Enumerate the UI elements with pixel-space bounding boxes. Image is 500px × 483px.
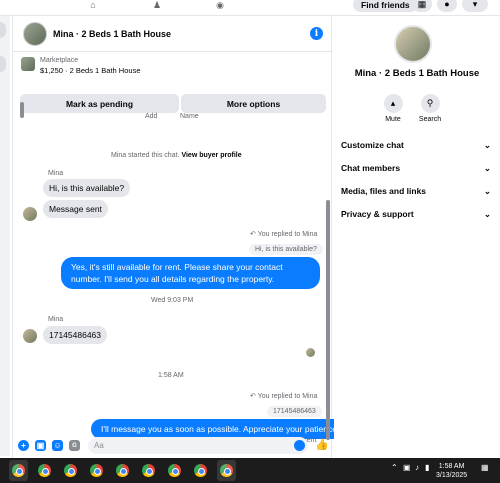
message-composer: + ▣ ☺ G Aa 👍 bbox=[13, 434, 333, 458]
chrome-icon[interactable] bbox=[116, 464, 129, 477]
chat-avatar[interactable] bbox=[23, 22, 47, 46]
emoji-icon[interactable] bbox=[294, 440, 305, 451]
incoming-message[interactable]: Message sent bbox=[43, 200, 108, 218]
chat-members-section[interactable]: Chat members ⌄ bbox=[341, 161, 491, 175]
privacy-support-section[interactable]: Privacy & support ⌄ bbox=[341, 207, 491, 221]
mute-button[interactable]: ▴ Mute bbox=[375, 94, 411, 123]
sender-name: Mina bbox=[48, 170, 64, 177]
reply-quote[interactable]: Hi, is this available? bbox=[249, 244, 323, 255]
chrome-icon[interactable] bbox=[64, 464, 77, 477]
battery-icon[interactable]: ▮ bbox=[425, 463, 429, 472]
details-avatar[interactable] bbox=[394, 25, 432, 63]
chevron-down-icon: ⌄ bbox=[483, 208, 491, 219]
replied-indicator: ↶ You replied to Mina bbox=[250, 392, 317, 400]
groups-icon[interactable]: ♟ bbox=[150, 0, 164, 10]
chrome-icon[interactable] bbox=[9, 460, 28, 481]
section-label: Privacy & support bbox=[341, 209, 414, 219]
reply-arrow-icon: ↶ bbox=[250, 393, 256, 400]
left-sidebar-strip bbox=[0, 16, 10, 456]
more-options-button[interactable]: More options bbox=[181, 94, 326, 113]
message-scrollbar[interactable] bbox=[326, 200, 330, 440]
windows-taskbar: ⌃ ▣ ♪ ▮ 1:58 AM 3/13/2025 ▦ bbox=[0, 458, 500, 483]
started-text: Mina started this chat. bbox=[111, 152, 180, 159]
sidebar-nub[interactable] bbox=[0, 56, 6, 72]
section-label: Media, files and links bbox=[341, 186, 427, 196]
volume-icon[interactable]: ♪ bbox=[415, 463, 419, 472]
chrome-icon[interactable] bbox=[194, 464, 207, 477]
account-icon[interactable]: ▾ bbox=[462, 0, 488, 12]
timestamp: Wed 9:03 PM bbox=[151, 297, 194, 304]
chrome-icon[interactable] bbox=[90, 464, 103, 477]
chevron-down-icon: ⌄ bbox=[483, 185, 491, 196]
search-icon: ⚲ bbox=[420, 94, 440, 113]
mark-as-pending-button[interactable]: Mark as pending bbox=[20, 94, 179, 113]
chat-details-panel: Mina · 2 Beds 1 Bath House ▴ Mute ⚲ Sear… bbox=[334, 16, 500, 458]
plus-icon[interactable]: + bbox=[18, 440, 29, 451]
bell-icon: ▴ bbox=[383, 94, 403, 113]
sender-avatar[interactable] bbox=[23, 329, 37, 343]
top-navigation-bar: ⌂ ♟ ◉ Find friends ▦ ● ▾ bbox=[0, 0, 500, 16]
seen-avatar bbox=[306, 348, 315, 357]
sidebar-nub[interactable] bbox=[0, 22, 6, 38]
chrome-icon[interactable] bbox=[217, 460, 236, 481]
chrome-icon[interactable] bbox=[38, 464, 51, 477]
chat-title[interactable]: Mina · 2 Beds 1 Bath House bbox=[53, 29, 171, 39]
chevron-down-icon: ⌄ bbox=[483, 139, 491, 150]
section-label: Chat members bbox=[341, 163, 401, 173]
message-input[interactable]: Aa bbox=[88, 437, 308, 454]
image-icon[interactable]: ▣ bbox=[35, 440, 46, 451]
gif-icon[interactable]: G bbox=[69, 440, 80, 451]
notifications-icon[interactable]: ● bbox=[437, 0, 457, 12]
message-thread: Add Name Mina started this chat. View bu… bbox=[13, 113, 347, 446]
replied-label: You replied to Mina bbox=[257, 231, 318, 238]
info-icon[interactable]: i bbox=[310, 27, 323, 40]
clock-time: 1:58 AM bbox=[438, 463, 465, 470]
view-buyer-profile-link[interactable]: View buyer profile bbox=[181, 152, 241, 159]
system-clock[interactable]: 1:58 AM 3/13/2025 bbox=[436, 462, 467, 480]
chat-started-notice: Mina started this chat. View buyer profi… bbox=[111, 152, 242, 159]
network-icon[interactable]: ▣ bbox=[403, 463, 411, 472]
gaming-icon[interactable]: ◉ bbox=[213, 0, 227, 10]
find-friends-button[interactable]: Find friends bbox=[353, 0, 418, 12]
outgoing-message[interactable]: Yes, it's still available for rent. Plea… bbox=[61, 257, 320, 289]
section-label: Customize chat bbox=[341, 140, 404, 150]
replied-label: You replied to Mina bbox=[257, 393, 318, 400]
search-label: Search bbox=[418, 116, 442, 123]
chevron-down-icon: ⌄ bbox=[483, 162, 491, 173]
clock-date: 3/13/2025 bbox=[436, 472, 468, 479]
reply-quote[interactable]: 17145486463 bbox=[267, 406, 322, 417]
chrome-icon[interactable] bbox=[168, 464, 181, 477]
replied-indicator: ↶ You replied to Mina bbox=[250, 230, 317, 238]
sticker-icon[interactable]: ☺ bbox=[52, 440, 63, 451]
marketplace-listing-bar: Marketplace $1,250 · 2 Beds 1 Bath House… bbox=[13, 53, 333, 115]
notification-center-icon[interactable]: ▦ bbox=[481, 463, 489, 472]
like-icon[interactable]: 👍 bbox=[315, 438, 329, 451]
chrome-icon[interactable] bbox=[142, 464, 155, 477]
search-button[interactable]: ⚲ Search bbox=[412, 94, 448, 123]
chat-panel: Mina · 2 Beds 1 Bath House i Marketplace… bbox=[12, 16, 347, 458]
sender-name: Mina bbox=[48, 316, 64, 323]
mute-label: Mute bbox=[385, 116, 401, 123]
reply-arrow-icon: ↶ bbox=[250, 231, 256, 238]
listing-thumbnail[interactable] bbox=[21, 57, 35, 71]
header-hint-add: Add bbox=[145, 113, 158, 120]
chat-header: Mina · 2 Beds 1 Bath House i bbox=[13, 16, 333, 52]
timestamp: 1:58 AM bbox=[158, 372, 184, 379]
customize-chat-section[interactable]: Customize chat ⌄ bbox=[341, 138, 491, 152]
marketplace-label: Marketplace bbox=[40, 57, 79, 64]
listing-price-title[interactable]: $1,250 · 2 Beds 1 Bath House bbox=[40, 66, 141, 75]
media-files-links-section[interactable]: Media, files and links ⌄ bbox=[341, 184, 491, 198]
sender-avatar[interactable] bbox=[23, 207, 37, 221]
menu-grid-icon[interactable]: ▦ bbox=[412, 0, 432, 12]
chevron-up-icon[interactable]: ⌃ bbox=[391, 463, 398, 472]
marketplace-icon[interactable]: ⌂ bbox=[86, 0, 100, 10]
header-hint-name: Name bbox=[180, 113, 199, 120]
details-title: Mina · 2 Beds 1 Bath House bbox=[354, 68, 480, 79]
incoming-message[interactable]: 17145486463 bbox=[43, 326, 108, 344]
incoming-message[interactable]: Hi, is this available? bbox=[43, 179, 131, 197]
